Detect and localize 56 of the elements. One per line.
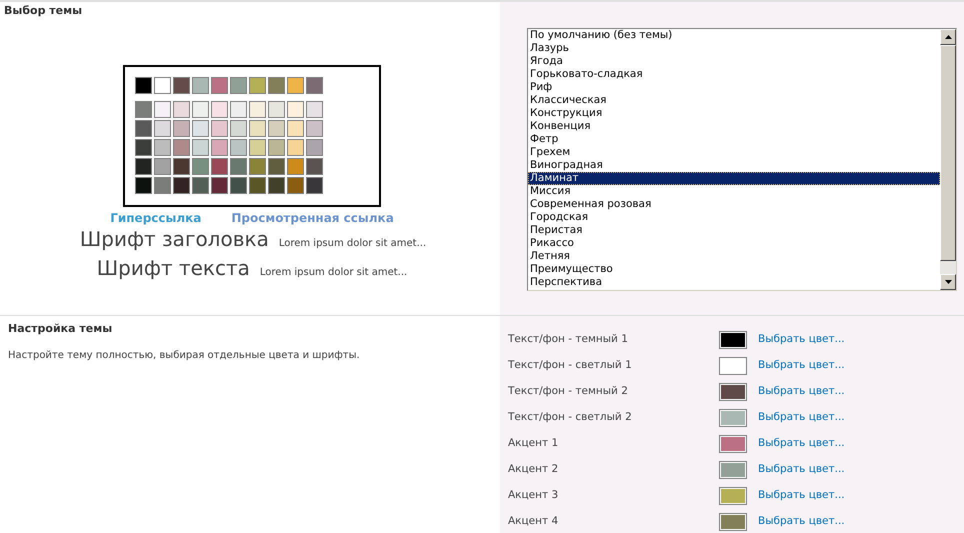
theme-option[interactable]: Преимущество xyxy=(528,263,940,276)
theme-option[interactable]: Конструкция xyxy=(528,107,940,120)
color-swatch[interactable] xyxy=(719,331,747,349)
color-label: Текст/фон - темный 1 xyxy=(508,332,629,348)
theme-option[interactable]: Перспектива xyxy=(528,276,940,289)
theme-option[interactable]: Ягода xyxy=(528,55,940,68)
theme-option[interactable]: Лазурь xyxy=(528,42,940,55)
section-description: Настройте тему полностью, выбирая отдельные цвета и шрифты. xyxy=(8,348,361,362)
color-label: Акцент 3 xyxy=(508,488,560,504)
color-swatch[interactable] xyxy=(719,357,747,375)
color-swatch[interactable] xyxy=(719,513,747,531)
choose-color-link[interactable]: Выбрать цвет... xyxy=(758,488,845,504)
theme-option[interactable]: Конвенция xyxy=(528,120,940,133)
theme-option[interactable]: Фетр xyxy=(528,133,940,146)
section-title: Настройка темы xyxy=(8,321,114,337)
body-font-sample: Шрифт текста xyxy=(96,256,250,280)
color-label: Акцент 1 xyxy=(508,436,560,452)
theme-option[interactable]: Горьковато-сладкая xyxy=(528,68,940,81)
scroll-up-icon[interactable] xyxy=(940,29,956,45)
color-label: Акцент 2 xyxy=(508,462,560,478)
choose-color-link[interactable]: Выбрать цвет... xyxy=(758,462,845,478)
scrollbar[interactable] xyxy=(940,29,956,290)
color-label: Текст/фон - темный 2 xyxy=(508,384,629,400)
theme-option[interactable]: Современная розовая xyxy=(528,198,940,211)
section-title: Выбор темы xyxy=(4,3,84,19)
choose-color-link[interactable]: Выбрать цвет... xyxy=(758,410,845,426)
color-swatch[interactable] xyxy=(719,487,747,505)
sample-text: Lorem ipsum dolor sit amet... xyxy=(278,236,426,250)
color-label: Текст/фон - светлый 2 xyxy=(508,410,633,426)
scroll-thumb[interactable] xyxy=(940,45,956,261)
color-swatch[interactable] xyxy=(719,383,747,401)
heading-font-sample: Шрифт заголовка xyxy=(80,226,269,250)
theme-option[interactable]: По умолчанию (без темы) xyxy=(528,29,940,42)
choose-color-link[interactable]: Выбрать цвет... xyxy=(758,332,845,348)
theme-option[interactable]: Миссия xyxy=(528,185,940,198)
theme-option[interactable]: Классическая xyxy=(528,94,940,107)
color-label: Акцент 4 xyxy=(508,514,560,530)
choose-color-link[interactable]: Выбрать цвет... xyxy=(758,514,845,530)
choose-color-link[interactable]: Выбрать цвет... xyxy=(758,384,845,400)
color-swatch[interactable] xyxy=(719,435,747,453)
theme-option[interactable]: Городская xyxy=(528,211,940,224)
theme-option[interactable]: Ламинат xyxy=(528,172,940,185)
theme-listbox[interactable] xyxy=(527,28,957,291)
theme-option[interactable]: Риф xyxy=(528,81,940,94)
theme-option[interactable]: Перистая xyxy=(528,224,940,237)
choose-color-link[interactable]: Выбрать цвет... xyxy=(758,436,845,452)
theme-option[interactable]: Летняя xyxy=(528,250,940,263)
theme-option[interactable]: Грехем xyxy=(528,146,940,159)
sample-text: Lorem ipsum dolor sit amet... xyxy=(260,266,408,280)
scroll-down-icon[interactable] xyxy=(940,274,956,290)
color-swatch[interactable] xyxy=(719,461,747,479)
theme-option[interactable]: Виноградная xyxy=(528,159,940,172)
color-swatch[interactable] xyxy=(719,409,747,427)
theme-option[interactable]: Рикассо xyxy=(528,237,940,250)
choose-color-link[interactable]: Выбрать цвет... xyxy=(758,358,845,374)
color-label: Текст/фон - светлый 1 xyxy=(508,358,633,374)
